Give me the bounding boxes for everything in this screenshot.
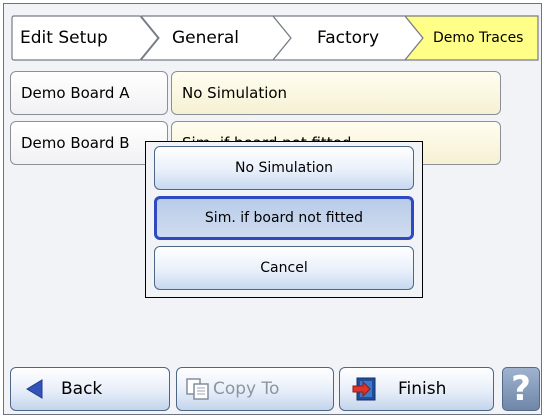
option-label: Cancel bbox=[260, 260, 308, 276]
demo-board-a-label[interactable]: Demo Board A bbox=[10, 71, 168, 115]
option-label: Sim. if board not fitted bbox=[204, 210, 364, 226]
back-label: Back bbox=[61, 379, 103, 399]
copy-to-button[interactable]: Copy To bbox=[176, 367, 334, 411]
finish-label: Finish bbox=[398, 379, 447, 399]
finish-button[interactable]: Finish bbox=[339, 367, 494, 411]
breadcrumb: Edit Setup General Factory Demo Traces bbox=[10, 14, 540, 62]
left-arrow-icon bbox=[23, 378, 45, 400]
breadcrumb-general[interactable]: General bbox=[141, 14, 293, 62]
help-button[interactable]: ? bbox=[502, 367, 540, 411]
breadcrumb-label: Edit Setup bbox=[20, 28, 108, 48]
demo-board-a-value[interactable]: No Simulation bbox=[171, 71, 501, 115]
breadcrumb-label: General bbox=[172, 28, 239, 48]
breadcrumb-label: Factory bbox=[317, 28, 380, 48]
copy-to-label: Copy To bbox=[213, 379, 280, 399]
row-label: Demo Board A bbox=[21, 84, 130, 102]
row-label: Demo Board B bbox=[21, 134, 130, 152]
option-cancel[interactable]: Cancel bbox=[154, 246, 414, 290]
exit-door-icon bbox=[352, 376, 378, 402]
copy-icon bbox=[185, 377, 211, 401]
help-icon: ? bbox=[511, 369, 531, 409]
option-sim-if-board-not-fitted[interactable]: Sim. if board not fitted bbox=[154, 196, 414, 240]
simulation-options-popup: No Simulation Sim. if board not fitted C… bbox=[145, 141, 423, 298]
breadcrumb-factory[interactable]: Factory bbox=[273, 14, 425, 62]
option-label: No Simulation bbox=[234, 160, 334, 176]
back-button[interactable]: Back bbox=[10, 367, 170, 411]
row-value: No Simulation bbox=[182, 84, 288, 102]
breadcrumb-label: Demo Traces bbox=[433, 30, 524, 46]
option-no-simulation[interactable]: No Simulation bbox=[154, 146, 414, 190]
breadcrumb-demo-traces[interactable]: Demo Traces bbox=[405, 14, 540, 62]
breadcrumb-edit-setup[interactable]: Edit Setup bbox=[10, 14, 160, 62]
